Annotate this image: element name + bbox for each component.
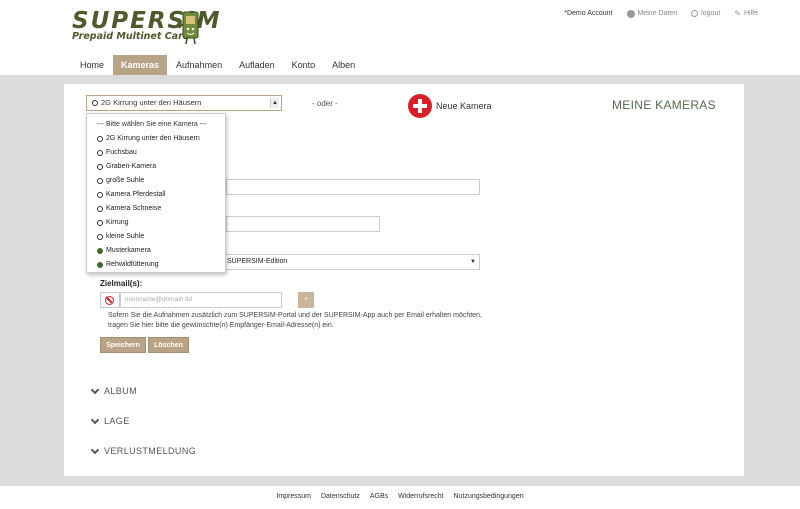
footer-link-impressum[interactable]: Impressum — [276, 493, 311, 500]
tab-home[interactable]: Home — [72, 55, 112, 75]
inactive-status-icon — [92, 100, 98, 106]
active-status-icon — [97, 248, 103, 254]
email-hint-text: Sofern Sie die Aufnahmen zusätzlich zum … — [108, 311, 488, 330]
section-verlustmeldung-label: VERLUSTMELDUNG — [104, 446, 196, 456]
inactive-status-icon — [97, 164, 103, 170]
select-arrow-icon: ▲ — [270, 98, 279, 108]
tab-aufladen[interactable]: Aufladen — [231, 55, 283, 75]
section-verlustmeldung[interactable]: VERLUSTMELDUNG — [92, 446, 196, 456]
logout-label: logout — [701, 10, 720, 17]
camera-name-field[interactable] — [226, 179, 480, 195]
add-mail-button[interactable]: + — [298, 292, 314, 308]
camera-dropdown-list: --- Bitte wählen Sie eine Kamera --- 2G … — [86, 113, 226, 273]
inactive-status-icon — [97, 192, 103, 198]
footer-link-datenschutz[interactable]: Datenschutz — [321, 493, 360, 500]
logout-link[interactable]: logout — [691, 10, 720, 17]
dropdown-option[interactable]: Graben-Kamera — [87, 160, 225, 174]
option-label: große Suhle — [106, 174, 144, 188]
inactive-status-icon — [97, 206, 103, 212]
camera-number-field[interactable] — [226, 216, 380, 232]
dropdown-option[interactable]: große Suhle — [87, 174, 225, 188]
dropdown-option[interactable]: Fuchsbau — [87, 146, 225, 160]
option-label: Kirrung — [106, 216, 129, 230]
dropdown-option[interactable]: kleine Suhle — [87, 230, 225, 244]
camera-select-value: 2G Kirrung unter den Häusern — [101, 96, 201, 110]
inactive-status-icon — [97, 220, 103, 226]
chevron-down-icon — [91, 385, 99, 393]
section-album[interactable]: ALBUM — [92, 386, 137, 396]
page-title: MEINE KAMERAS — [612, 98, 716, 112]
dropdown-placeholder-option[interactable]: --- Bitte wählen Sie eine Kamera --- — [87, 118, 225, 132]
dropdown-option[interactable]: Kirrung — [87, 216, 225, 230]
help-label: Hilfe — [744, 10, 758, 17]
remove-mail-button[interactable] — [100, 292, 120, 308]
option-label: Graben-Kamera — [106, 160, 156, 174]
ban-icon — [105, 296, 114, 305]
target-mail-label: Zielmail(s): — [100, 279, 142, 288]
footer-link-nutzungsbedingungen[interactable]: Nutzungsbedingungen — [454, 493, 524, 500]
dropdown-option[interactable]: Kamera Pferdestall — [87, 188, 225, 202]
save-button[interactable]: Speichern — [100, 337, 146, 353]
option-label: kleine Suhle — [106, 230, 144, 244]
option-label: Rehwildfütterung — [106, 258, 159, 272]
demo-account-label: *Demo Account — [564, 10, 612, 17]
inactive-status-icon — [97, 136, 103, 142]
dropdown-option[interactable]: Rehwildfütterung — [87, 258, 225, 272]
inactive-status-icon — [97, 150, 103, 156]
footer: Impressum Datenschutz AGBs Widerrufsrech… — [0, 493, 800, 500]
option-label: Kamera Schneise — [106, 202, 161, 216]
section-lage-label: LAGE — [104, 416, 130, 426]
dropdown-option[interactable]: 2G Kirrung unter den Häusern — [87, 132, 225, 146]
footer-link-agbs[interactable]: AGBs — [370, 493, 388, 500]
delete-button[interactable]: Löschen — [148, 337, 189, 353]
plus-icon — [408, 94, 432, 118]
new-camera-label: Neue Kamera — [436, 101, 492, 111]
main-nav: Home Kameras Aufnahmen Aufladen Konto Al… — [72, 55, 364, 75]
user-icon — [627, 10, 635, 18]
dropdown-option[interactable]: Kamera Schneise — [87, 202, 225, 216]
tab-konto[interactable]: Konto — [284, 55, 324, 75]
dropdown-option[interactable]: Musterkamera — [87, 244, 225, 258]
top-links: *Demo Account Meine Daten logout ✎ Hilfe — [564, 9, 758, 18]
oder-label: - oder - — [312, 99, 338, 108]
camera-select[interactable]: 2G Kirrung unter den Häusern ▲ — [86, 95, 282, 111]
dropdown-placeholder-label: --- Bitte wählen Sie eine Kamera --- — [97, 118, 207, 132]
my-data-link[interactable]: Meine Daten — [627, 10, 678, 18]
email-field[interactable]: meinname@domain.tld — [120, 292, 282, 308]
tab-alben[interactable]: Alben — [324, 55, 363, 75]
edition-select[interactable]: SUPERSIM-Edition ▼ — [222, 254, 480, 270]
tab-kameras[interactable]: Kameras — [113, 55, 167, 75]
inactive-status-icon — [97, 234, 103, 240]
my-data-label: Meine Daten — [638, 10, 678, 17]
option-label: Fuchsbau — [106, 146, 137, 160]
new-camera-button[interactable]: Neue Kamera — [408, 94, 492, 118]
sim-card-mascot-icon — [178, 10, 204, 46]
section-album-label: ALBUM — [104, 386, 137, 396]
option-label: Kamera Pferdestall — [106, 188, 166, 202]
option-label: Musterkamera — [106, 244, 151, 258]
wrench-icon: ✎ — [734, 9, 741, 18]
chevron-down-icon — [91, 445, 99, 453]
power-icon — [691, 10, 698, 17]
edition-select-value: SUPERSIM-Edition — [227, 258, 287, 265]
header: SUPERSIM Prepaid Multinet Card *Demo Acc… — [0, 0, 800, 75]
section-lage[interactable]: LAGE — [92, 416, 130, 426]
tab-aufnahmen[interactable]: Aufnahmen — [168, 55, 230, 75]
footer-link-widerrufsrecht[interactable]: Widerrufsrecht — [398, 493, 444, 500]
option-label: 2G Kirrung unter den Häusern — [106, 132, 200, 146]
active-status-icon — [97, 262, 103, 268]
caret-down-icon: ▼ — [470, 255, 476, 269]
chevron-down-icon — [91, 415, 99, 423]
inactive-status-icon — [97, 178, 103, 184]
help-link[interactable]: ✎ Hilfe — [734, 9, 758, 18]
